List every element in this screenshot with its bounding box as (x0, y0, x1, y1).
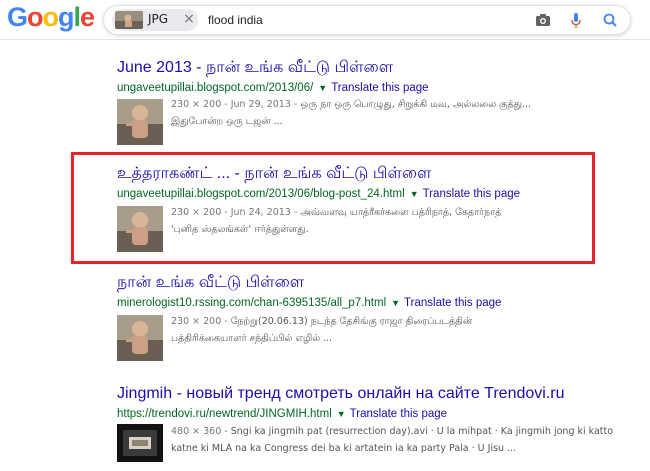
chip-thumbnail (115, 11, 143, 29)
result-title-link[interactable]: June 2013 - நான் உங்க வீட்டு பிள்ளை (117, 58, 429, 78)
result-snippet: 480 × 360 - Sngi ka jingmih pat (resurre… (171, 426, 614, 454)
dropdown-arrow-icon[interactable]: ▼ (318, 83, 327, 93)
search-input[interactable] (208, 13, 508, 27)
dropdown-arrow-icon[interactable]: ▼ (410, 189, 419, 199)
translate-link[interactable]: Translate this page (350, 408, 447, 420)
header: Google JPG × (0, 0, 650, 40)
result-thumbnail[interactable] (117, 206, 163, 252)
result-url: ungaveetupillai.blogspot.com/2013/06/ ▼ Tr… (117, 80, 429, 96)
translate-link[interactable]: Translate this page (331, 82, 428, 94)
result-snippet: 230 × 200 - Jun 24, 2013 - அவ்வளவு யாத்ர… (171, 207, 502, 235)
search-result: June 2013 - நான் உங்க வீட்டு பிள்ளை unga… (117, 58, 429, 96)
result-snippet: 230 × 200 - Jun 29, 2013 - ஒரு நா ஒரு பொ… (171, 99, 532, 127)
search-result: நான் உங்க வீட்டு பிள்ளை minerologist10.r… (117, 273, 501, 311)
chip-label: JPG (148, 12, 169, 26)
chip-close-icon[interactable]: × (182, 11, 196, 27)
dropdown-arrow-icon[interactable]: ▼ (391, 298, 400, 308)
search-icon[interactable] (599, 9, 621, 31)
result-url: minerologist10.rssing.com/chan-6395135/a… (117, 295, 501, 311)
result-url-text: https://trendovi.ru/newtrend/JINGMIH.htm… (117, 408, 332, 420)
result-url: https://trendovi.ru/newtrend/JINGMIH.htm… (117, 406, 564, 422)
search-box[interactable]: JPG × (103, 5, 631, 35)
result-title-link[interactable]: Jingmih - новый тренд смотреть онлайн на… (117, 384, 564, 404)
search-result: உத்தராகண்ட் ... - நான் உங்க வீட்டு பிள்ள… (117, 164, 520, 202)
result-url-text: ungaveetupillai.blogspot.com/2013/06/ (117, 82, 314, 94)
result-thumbnail[interactable] (117, 315, 163, 361)
result-thumbnail[interactable] (117, 424, 163, 462)
translate-link[interactable]: Translate this page (423, 188, 520, 200)
camera-icon[interactable] (532, 9, 554, 31)
translate-link[interactable]: Translate this page (404, 297, 501, 309)
google-logo[interactable]: Google (7, 2, 95, 33)
image-chip[interactable]: JPG × (112, 9, 198, 31)
result-url: ungaveetupillai.blogspot.com/2013/06/blo… (117, 186, 520, 202)
result-url-text: ungaveetupillai.blogspot.com/2013/06/blo… (117, 188, 405, 200)
search-result: Jingmih - новый тренд смотреть онлайн на… (117, 384, 564, 422)
mic-icon[interactable] (565, 9, 587, 31)
result-title-link[interactable]: நான் உங்க வீட்டு பிள்ளை (117, 273, 501, 293)
result-snippet: 230 × 200 - நேற்று(20.06.13) நடந்த தேசிங… (171, 316, 473, 344)
result-title-link[interactable]: உத்தராகண்ட் ... - நான் உங்க வீட்டு பிள்ள… (117, 164, 520, 184)
result-url-text: minerologist10.rssing.com/chan-6395135/a… (117, 297, 387, 309)
dropdown-arrow-icon[interactable]: ▼ (337, 409, 346, 419)
result-thumbnail[interactable] (117, 99, 163, 145)
